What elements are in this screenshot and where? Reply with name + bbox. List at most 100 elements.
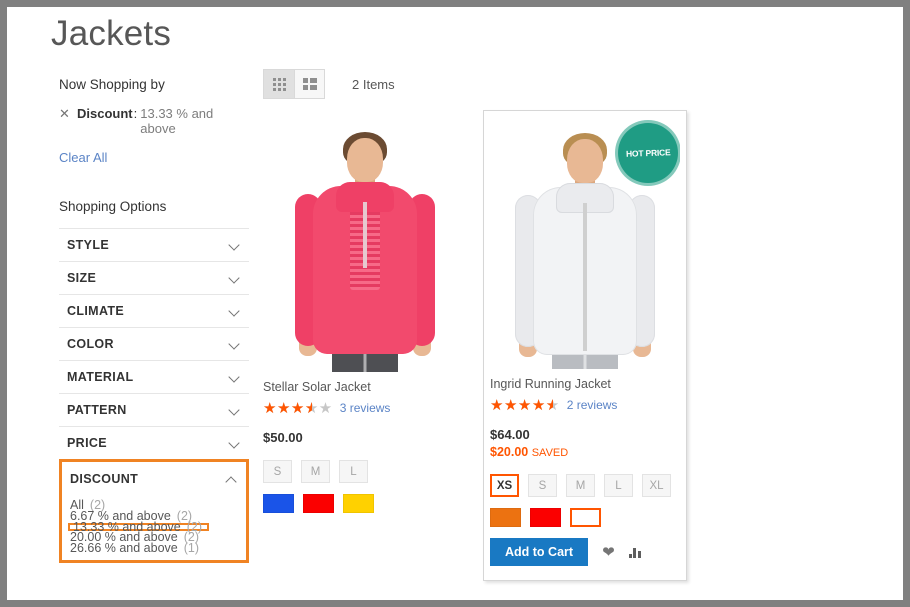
hot-price-badge-label: HOT PRICE (625, 147, 671, 159)
filter-header-style[interactable]: STYLE (59, 229, 249, 261)
color-swatch-row (263, 494, 467, 513)
color-swatch-orange[interactable] (490, 508, 521, 527)
filter-label-style: STYLE (67, 238, 110, 252)
filter-header-price[interactable]: PRICE (59, 427, 249, 459)
product-price: $64.00 (490, 427, 530, 442)
filter-label-pattern: PATTERN (67, 403, 127, 417)
model-head (347, 138, 383, 182)
chevron-up-icon (227, 474, 238, 485)
compare-bars (628, 546, 641, 558)
page-frame: Jackets Now Shopping by ✕ Discount: 13.3… (7, 7, 903, 600)
compare-bars-icon[interactable] (628, 538, 641, 566)
color-swatch-blue[interactable] (263, 494, 294, 513)
filter-label-discount: DISCOUNT (70, 472, 139, 486)
discount-option-26-66[interactable]: 26.66 % and above (1) (70, 542, 199, 555)
items-count: 2 Items (352, 76, 395, 92)
filter-block-material: MATERIAL (59, 360, 249, 393)
color-swatch-red[interactable] (530, 508, 561, 527)
view-mode-switcher (263, 69, 325, 99)
model-head (567, 139, 603, 183)
page-title: Jackets (51, 14, 172, 53)
size-swatch-row: XS S M L XL (490, 474, 680, 497)
sidebar: Now Shopping by ✕ Discount: 13.33 % and … (59, 77, 249, 563)
grid-dots (272, 77, 286, 91)
main-content: 2 Items Stellar Solar Jacket ★★★★★ ★★★ 3… (263, 67, 891, 581)
color-swatch-row (490, 508, 680, 527)
star-rating-icon: ★★★★★ ★★★★★ (490, 396, 560, 414)
active-filter-label: Discount (77, 106, 133, 121)
chevron-down-icon (230, 405, 241, 416)
hot-price-badge: HOT PRICE (618, 123, 678, 183)
product-card[interactable]: HOT PRICE Ingrid Running Jacket ★★★★★ ★★… (483, 110, 687, 581)
filter-block-pattern: PATTERN (59, 393, 249, 426)
product-name[interactable]: Ingrid Running Jacket (490, 375, 680, 393)
list-blocks (302, 78, 317, 90)
products-toolbar: 2 Items (263, 67, 891, 101)
chevron-down-icon (230, 372, 241, 383)
product-reviews-link[interactable]: 2 reviews (567, 398, 618, 412)
saved-value: $20.00 (490, 445, 529, 459)
model-jacket-zipper (363, 202, 367, 268)
color-swatch-red[interactable] (303, 494, 334, 513)
filter-header-color[interactable]: COLOR (59, 328, 249, 360)
active-filter-value: 13.33 % and above (140, 106, 214, 136)
filter-label-price: PRICE (67, 436, 107, 450)
filter-block-style: STYLE (59, 228, 249, 261)
filter-block-climate: CLIMATE (59, 294, 249, 327)
product-name[interactable]: Stellar Solar Jacket (263, 378, 467, 396)
filter-header-discount[interactable]: DISCOUNT (62, 464, 246, 494)
filter-header-material[interactable]: MATERIAL (59, 361, 249, 393)
size-swatch-l[interactable]: L (604, 474, 633, 497)
filter-label-climate: CLIMATE (67, 304, 125, 318)
product-grid: Stellar Solar Jacket ★★★★★ ★★★★★ 3 revie… (263, 110, 891, 581)
now-shopping-by-title: Now Shopping by (59, 77, 165, 92)
list-view-icon[interactable] (294, 70, 324, 98)
filter-header-climate[interactable]: CLIMATE (59, 295, 249, 327)
chevron-down-icon (230, 438, 241, 449)
heart-icon[interactable]: ❤ (602, 538, 615, 566)
product-price: $50.00 (263, 430, 303, 445)
size-swatch-xs[interactable]: XS (490, 474, 519, 497)
filter-label-size: SIZE (67, 271, 97, 285)
filter-header-pattern[interactable]: PATTERN (59, 394, 249, 426)
chevron-down-icon (230, 306, 241, 317)
product-reviews-link[interactable]: 3 reviews (340, 401, 391, 415)
chevron-down-icon (230, 273, 241, 284)
size-swatch-s[interactable]: S (528, 474, 557, 497)
product-card[interactable]: Stellar Solar Jacket ★★★★★ ★★★★★ 3 revie… (263, 116, 467, 581)
size-swatch-m[interactable]: M (301, 460, 330, 483)
product-rating: ★★★★★ ★★★★★ 2 reviews (490, 396, 680, 414)
model-jacket-zipper (583, 203, 587, 351)
product-image-stellar-solar-jacket[interactable] (263, 116, 467, 372)
size-swatch-s[interactable]: S (263, 460, 292, 483)
chevron-down-icon (230, 339, 241, 350)
filter-block-price: PRICE (59, 426, 249, 459)
model-illustration (263, 116, 467, 372)
filter-block-discount: DISCOUNT All (2) 6.67 % and above (2) 13.3… (59, 459, 249, 563)
filter-label-material: MATERIAL (67, 370, 134, 384)
product-rating: ★★★★★ ★★★★★ 3 reviews (263, 399, 467, 417)
size-swatch-row: S M L (263, 460, 467, 483)
product-actions: Add to Cart ❤ (490, 538, 680, 566)
size-swatch-l[interactable]: L (339, 460, 368, 483)
chevron-down-icon (230, 240, 241, 251)
filter-block-size: SIZE (59, 261, 249, 294)
shopping-options-title: Shopping Options (59, 199, 167, 214)
active-filter-colon: : (133, 106, 138, 121)
color-swatch-white[interactable] (570, 508, 601, 527)
star-rating-icon: ★★★★★ ★★★★★ (263, 399, 333, 417)
grid-view-icon[interactable] (264, 70, 294, 98)
add-to-cart-button[interactable]: Add to Cart (490, 538, 589, 566)
product-saved-amount: $20.00 SAVED (490, 445, 680, 459)
close-x-icon[interactable]: ✕ (59, 108, 72, 121)
size-swatch-xl[interactable]: XL (642, 474, 671, 497)
filter-header-size[interactable]: SIZE (59, 262, 249, 294)
active-filter-item: ✕ Discount: 13.33 % and above (59, 106, 249, 149)
saved-label: SAVED (531, 447, 569, 459)
discount-option-list: All (2) 6.67 % and above (2) 13.33 % and a… (62, 494, 246, 554)
size-swatch-m[interactable]: M (566, 474, 595, 497)
clear-all-link[interactable]: Clear All (59, 150, 107, 167)
filter-block-color: COLOR (59, 327, 249, 360)
product-image-ingrid-running-jacket[interactable]: HOT PRICE (490, 117, 680, 369)
color-swatch-yellow[interactable] (343, 494, 374, 513)
